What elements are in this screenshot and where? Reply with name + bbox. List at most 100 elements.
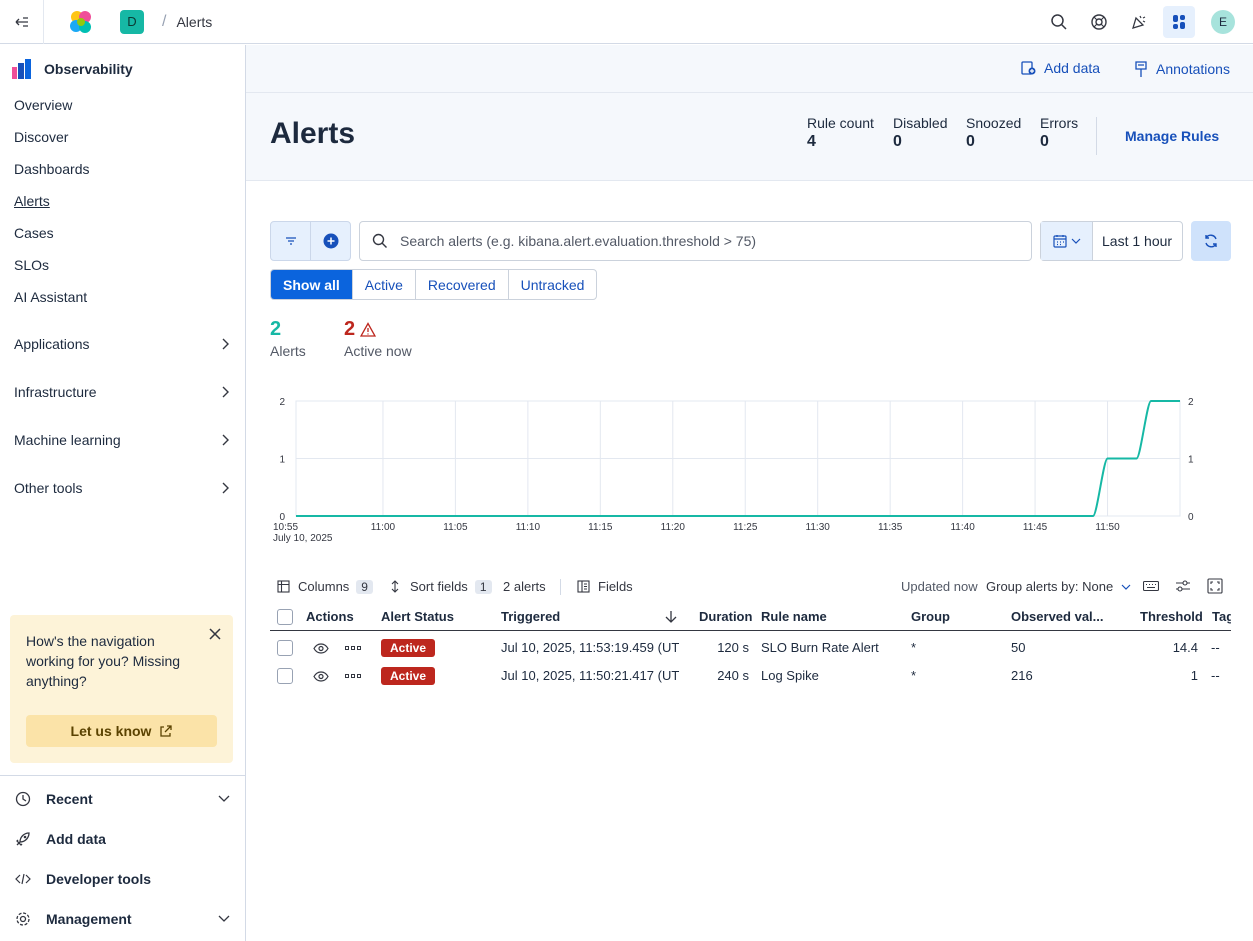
- nav-ai-assistant[interactable]: AI Assistant: [14, 289, 87, 305]
- space-avatar[interactable]: D: [120, 9, 144, 34]
- keyboard-shortcuts-button[interactable]: [1143, 580, 1159, 592]
- x-tick-label: 11:50: [1095, 522, 1120, 533]
- display-settings-button[interactable]: [1175, 580, 1191, 592]
- nav-developer-tools[interactable]: Developer tools: [14, 871, 230, 887]
- columns-button[interactable]: Columns 9: [277, 579, 373, 594]
- column-actions[interactable]: Actions: [306, 609, 354, 624]
- x-tick-label: 11:10: [516, 522, 541, 533]
- column-tags[interactable]: Tag: [1212, 609, 1231, 624]
- fields-button[interactable]: Fields: [577, 579, 633, 594]
- alerts-histogram[interactable]: 0 01 12 210:55 11:00 11:05 11:10 11:15 11:20 11:2…: [270, 385, 1215, 557]
- breadcrumb[interactable]: Alerts: [176, 14, 212, 30]
- dismiss-feedback-button[interactable]: [209, 627, 221, 643]
- chevron-down-icon: [218, 795, 230, 802]
- row-checkbox[interactable]: [277, 640, 293, 656]
- alerts-count-label: Alerts: [270, 343, 306, 359]
- calendar-icon: [1052, 235, 1067, 248]
- more-actions-icon[interactable]: [345, 674, 361, 678]
- eye-icon[interactable]: [313, 643, 329, 654]
- eye-icon[interactable]: [313, 671, 329, 682]
- nav-overview[interactable]: Overview: [14, 97, 72, 113]
- newsfeed-icon: [1132, 15, 1146, 29]
- table-row[interactable]: Active Jul 10, 2025, 11:53:19.459 (UT 12…: [270, 634, 1231, 662]
- nav-other-tools[interactable]: Other tools: [14, 480, 230, 496]
- sidebar-divider: [0, 775, 245, 776]
- quick-select-button[interactable]: [1041, 222, 1093, 260]
- filter-menu-button[interactable]: [270, 221, 311, 261]
- cell-rule-name: SLO Burn Rate Alert: [761, 640, 879, 655]
- manage-rules-link[interactable]: Manage Rules: [1125, 128, 1219, 144]
- date-picker[interactable]: Last 1 hour: [1040, 221, 1183, 261]
- tab-recovered[interactable]: Recovered: [414, 270, 508, 299]
- search-input[interactable]: Search alerts (e.g. kibana.alert.evaluat…: [359, 221, 1032, 261]
- add-data-button[interactable]: Add data: [1020, 60, 1100, 76]
- column-triggered[interactable]: Triggered: [501, 609, 560, 624]
- page-title: Alerts: [270, 117, 356, 150]
- column-rule-name[interactable]: Rule name: [761, 609, 827, 624]
- tab-show-all[interactable]: Show all: [271, 270, 352, 299]
- ai-assistant-button[interactable]: [1163, 5, 1195, 38]
- stat-value: 0: [893, 133, 902, 150]
- nav-discover[interactable]: Discover: [14, 129, 68, 145]
- more-actions-icon[interactable]: [345, 646, 361, 650]
- fullscreen-button[interactable]: [1207, 578, 1223, 594]
- time-range-label: Last 1 hour: [1102, 233, 1173, 249]
- nav-infrastructure[interactable]: Infrastructure: [14, 384, 230, 400]
- columns-count: 9: [356, 579, 373, 594]
- let-us-know-label: Let us know: [70, 723, 152, 739]
- feedback-text: How's the navigation working for you? Mi…: [26, 633, 181, 689]
- chevron-right-icon: [222, 434, 229, 446]
- list-icon: [577, 580, 590, 593]
- elastic-logo-icon[interactable]: [68, 9, 94, 35]
- news-feed-button[interactable]: [1123, 6, 1155, 38]
- column-alert-status[interactable]: Alert Status: [381, 609, 454, 624]
- annotations-button[interactable]: Annotations: [1134, 60, 1230, 78]
- search-button[interactable]: [1043, 6, 1075, 38]
- table-row[interactable]: Active Jul 10, 2025, 11:50:21.417 (UT 24…: [270, 662, 1231, 690]
- column-group[interactable]: Group: [911, 609, 950, 624]
- group-by-selector[interactable]: Group alerts by: None: [986, 579, 1131, 594]
- solution-header[interactable]: Observability: [12, 59, 133, 79]
- column-duration[interactable]: Duration: [699, 609, 752, 624]
- top-bar: D / Alerts E: [0, 0, 1253, 44]
- nav-dashboards[interactable]: Dashboards: [14, 161, 90, 177]
- cell-observed: 50: [1011, 640, 1026, 655]
- stat-errors[interactable]: Errors 0: [1040, 115, 1078, 151]
- annotation-icon: [1135, 61, 1147, 77]
- search-placeholder: Search alerts (e.g. kibana.alert.evaluat…: [400, 233, 757, 249]
- active-now-label: Active now: [344, 343, 412, 359]
- column-observed-value[interactable]: Observed val...: [1011, 609, 1104, 624]
- select-all-checkbox[interactable]: [277, 609, 293, 625]
- let-us-know-button[interactable]: Let us know: [26, 715, 217, 747]
- header-divider: [1096, 117, 1097, 155]
- nav-alerts[interactable]: Alerts: [14, 193, 50, 209]
- stat-rule-count[interactable]: Rule count 4: [807, 115, 874, 151]
- active-now-value: 2: [344, 318, 356, 340]
- cell-threshold: 1: [1190, 668, 1198, 683]
- collapse-nav-button[interactable]: [0, 0, 44, 44]
- cell-tags: --: [1211, 668, 1220, 683]
- refresh-button[interactable]: [1191, 221, 1231, 261]
- row-checkbox[interactable]: [277, 668, 293, 684]
- nav-machine-learning[interactable]: Machine learning: [14, 432, 230, 448]
- sort-fields-button[interactable]: Sort fields 1: [390, 579, 492, 594]
- solution-title: Observability: [44, 61, 133, 77]
- help-button[interactable]: [1083, 6, 1115, 38]
- tab-active[interactable]: Active: [351, 270, 415, 299]
- stat-snoozed[interactable]: Snoozed 0: [966, 115, 1021, 151]
- header-actions: Add data Annotations: [246, 45, 1253, 93]
- stat-disabled[interactable]: Disabled 0: [893, 115, 947, 151]
- add-filter-button[interactable]: [310, 221, 351, 261]
- nav-applications[interactable]: Applications: [14, 336, 230, 352]
- x-tick-label: 11:00: [371, 522, 396, 533]
- tab-untracked[interactable]: Untracked: [507, 270, 597, 299]
- nav-cases[interactable]: Cases: [14, 225, 54, 241]
- stat-label: Snoozed: [966, 115, 1022, 131]
- nav-slos[interactable]: SLOs: [14, 257, 49, 273]
- stat-value: 4: [807, 133, 816, 150]
- user-avatar[interactable]: E: [1211, 9, 1235, 34]
- column-threshold[interactable]: Threshold: [1140, 609, 1203, 624]
- nav-recent[interactable]: Recent: [14, 791, 230, 807]
- nav-add-data[interactable]: Add data: [14, 831, 230, 847]
- nav-management[interactable]: Management: [14, 911, 230, 927]
